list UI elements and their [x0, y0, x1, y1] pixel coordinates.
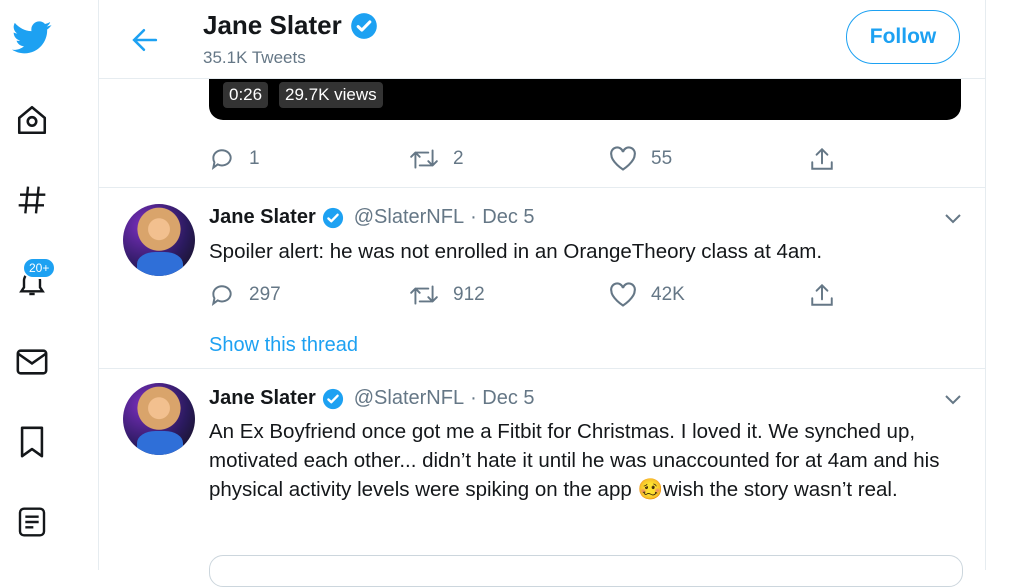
retweet-button[interactable]: 912: [409, 280, 485, 310]
reply-button[interactable]: 297: [209, 280, 281, 310]
author-handle[interactable]: @SlaterNFL: [354, 387, 464, 410]
profile-name: Jane Slater: [203, 10, 378, 41]
retweet-icon: [410, 285, 438, 305]
tweet-date[interactable]: · Dec 5: [470, 206, 534, 229]
avatar[interactable]: [123, 383, 195, 455]
like-button[interactable]: 55: [609, 144, 672, 174]
tweet-text: An Ex Boyfriend once got me a Fitbit for…: [209, 420, 940, 501]
reply-count: 297: [249, 284, 281, 305]
like-count: 55: [651, 148, 673, 169]
video-duration: 0:26: [223, 82, 269, 108]
chevron-down-icon[interactable]: [941, 388, 965, 412]
like-button[interactable]: 42K: [609, 280, 685, 310]
avatar[interactable]: [123, 204, 195, 276]
retweet-button[interactable]: 2: [409, 144, 464, 174]
tweet-actions: 1 2 55: [209, 144, 949, 174]
reply-icon: [211, 149, 232, 170]
home-icon[interactable]: [12, 100, 52, 140]
verified-badge-icon: [322, 207, 343, 228]
tweet-date[interactable]: · Dec 5: [470, 387, 534, 410]
explore-hashtag-icon[interactable]: [12, 180, 52, 220]
show-thread-link[interactable]: Show this thread: [209, 334, 358, 357]
follow-button[interactable]: Follow: [846, 10, 960, 64]
author-name[interactable]: Jane Slater: [209, 387, 316, 410]
verified-badge-icon: [350, 12, 377, 39]
profile-header: Jane Slater 35.1K Tweets Follow: [99, 0, 985, 79]
share-button[interactable]: [809, 280, 835, 310]
retweet-count: 2: [453, 148, 464, 169]
tweet[interactable]: Jane Slater @SlaterNFL · Dec 5 Spoiler a…: [99, 188, 985, 368]
tweet-actions: 297 912 42K: [209, 280, 949, 310]
retweet-count: 912: [453, 284, 485, 305]
retweet-icon: [410, 149, 438, 169]
back-arrow-icon[interactable]: [127, 22, 163, 58]
tweet-text: Spoiler alert: he was not enrolled in an…: [209, 240, 823, 263]
author-handle[interactable]: @SlaterNFL: [354, 206, 464, 229]
media-card[interactable]: [209, 555, 963, 587]
video-views: 29.7K views: [279, 82, 383, 108]
twitter-logo-icon[interactable]: [12, 18, 52, 58]
like-count: 42K: [651, 284, 685, 305]
tweet[interactable]: Jane Slater @SlaterNFL · Dec 5 An Ex Boy…: [99, 369, 985, 570]
tweet-header: Jane Slater @SlaterNFL · Dec 5: [209, 206, 535, 229]
heart-icon: [610, 146, 636, 171]
tweet-header: Jane Slater @SlaterNFL · Dec 5: [209, 387, 535, 410]
lists-icon[interactable]: [12, 502, 52, 542]
tweet-count: 35.1K Tweets: [203, 48, 306, 67]
author-name[interactable]: Jane Slater: [209, 206, 316, 229]
chevron-down-icon[interactable]: [941, 207, 965, 231]
timeline-column: Jane Slater 35.1K Tweets Follow 0:26 29.…: [98, 0, 986, 587]
share-button[interactable]: [809, 144, 835, 174]
heart-icon: [610, 282, 636, 307]
bookmarks-icon[interactable]: [12, 422, 52, 462]
verified-badge-icon: [322, 388, 343, 409]
sidebar: 20+: [0, 0, 66, 570]
share-icon: [811, 283, 833, 306]
reply-icon: [211, 285, 232, 306]
reply-count: 1: [249, 148, 260, 169]
profile-name-text: Jane Slater: [203, 10, 342, 40]
notifications-badge: 20+: [22, 257, 57, 279]
share-icon: [811, 147, 833, 170]
reply-button[interactable]: 1: [209, 144, 260, 174]
messages-mail-icon[interactable]: [12, 342, 52, 382]
